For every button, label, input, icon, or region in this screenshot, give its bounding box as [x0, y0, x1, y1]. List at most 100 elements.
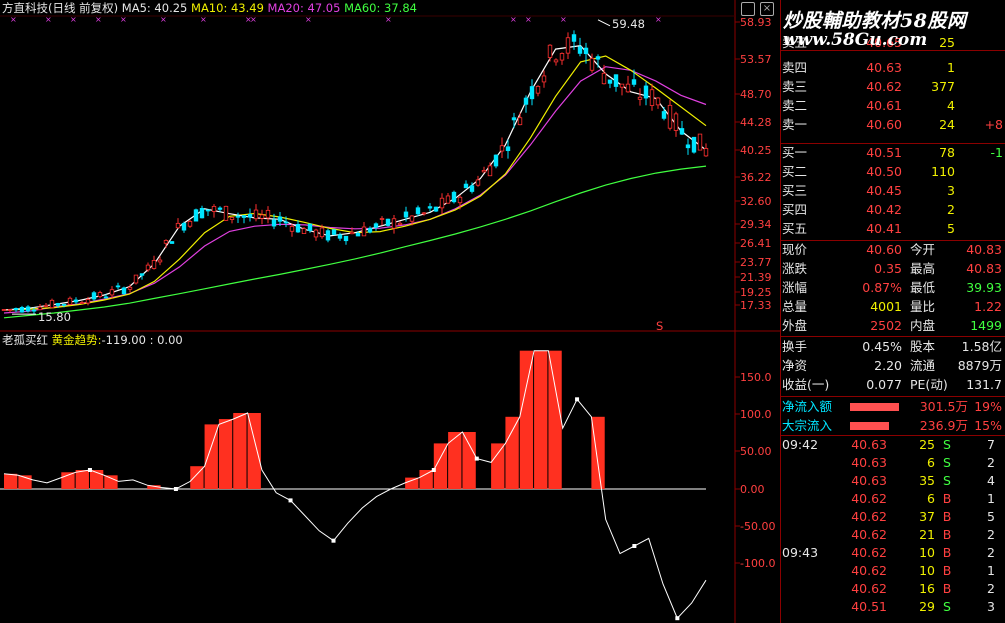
tick-volume: 25: [919, 437, 935, 452]
quote-row[interactable]: 总量 4001 量比 1.22: [780, 298, 1005, 316]
bid-row[interactable]: 买四 40.42 2: [780, 201, 1005, 219]
indicator-title-row: 老孤买红 黄金趋势:-119.00 : 0.00: [2, 333, 183, 347]
tick-row[interactable]: 40.63 35 S 4: [780, 472, 1005, 490]
candle-body: [415, 207, 421, 215]
bid-label: 买三: [782, 183, 808, 198]
bid-row[interactable]: 买三 40.45 3: [780, 182, 1005, 200]
indicator-bar: [448, 432, 462, 489]
tick-row[interactable]: 40.62 10 B 1: [780, 562, 1005, 580]
stats-row[interactable]: 换手 0.45% 股本 1.58亿: [780, 338, 1005, 356]
ask-row[interactable]: 卖一 40.60 24 +8: [780, 116, 1005, 134]
signal-cross: ×: [250, 15, 257, 24]
bid-row[interactable]: 买一 40.51 78 -1: [780, 144, 1005, 162]
candle-body: [643, 85, 649, 99]
stats-value: 0.077: [866, 377, 902, 392]
price-tick-label: 58.93: [740, 16, 772, 29]
ask-row[interactable]: 卖三 40.62 377: [780, 78, 1005, 96]
quote-row[interactable]: 现价 40.60 今开 40.83: [780, 241, 1005, 259]
quote-value: 0.35: [874, 261, 902, 276]
price-tick-label: 53.57: [740, 53, 772, 66]
indicator-bar: [104, 475, 118, 489]
flow-divider: [780, 396, 1005, 397]
ask-row[interactable]: 卖二 40.61 4: [780, 97, 1005, 115]
stats-row[interactable]: 净资 2.20 流通 8879万: [780, 357, 1005, 375]
signal-cross: ×: [45, 15, 52, 24]
candle-body: [325, 230, 331, 241]
ma10-label: MA10: 43.49: [191, 1, 264, 15]
candle-body: [235, 215, 241, 218]
indicator-dot: [431, 468, 436, 472]
bid-row[interactable]: 买五 40.41 5: [780, 220, 1005, 238]
tick-row[interactable]: 09:42 40.63 25 S 7: [780, 436, 1005, 454]
tick-side: B: [942, 581, 952, 596]
tick-row[interactable]: 40.62 21 B 2: [780, 526, 1005, 544]
quote-row[interactable]: 外盘 2502 内盘 1499: [780, 317, 1005, 335]
tick-row[interactable]: 40.51 29 S 3: [780, 598, 1005, 616]
ask-label: 卖三: [782, 79, 808, 94]
candle-body: [517, 117, 523, 126]
tick-row[interactable]: 40.62 37 B 5: [780, 508, 1005, 526]
tick-side: B: [942, 491, 952, 506]
flow-row[interactable]: 净流入额 301.5万 19%: [780, 398, 1005, 416]
candle-body: [691, 136, 697, 153]
stats-row[interactable]: 收益(一) 0.077 PE(动) 131.7: [780, 376, 1005, 394]
ma20-label: MA20: 47.05: [267, 1, 341, 15]
indicator-bar: [218, 419, 233, 489]
indicator-bar: [4, 473, 18, 489]
tick-side: B: [942, 509, 952, 524]
tick-row[interactable]: 40.62 6 B 1: [780, 490, 1005, 508]
signal-cross: ×: [10, 15, 17, 24]
signal-cross: ×: [385, 15, 392, 24]
ask-row[interactable]: 卖四 40.63 1: [780, 59, 1005, 77]
bid-price: 40.42: [866, 202, 902, 217]
candle-body: [457, 196, 463, 204]
candle-body: [607, 79, 613, 84]
candle-body: [13, 308, 19, 311]
kline-chart[interactable]: 58.93 53.57 48.70 44.28 40.25 36.22 32.60 29.34…: [0, 0, 780, 623]
candle-body: [631, 79, 637, 85]
signal-cross: ×: [655, 15, 662, 24]
stats-value-2: 8879万: [957, 358, 1002, 373]
tick-price: 40.63: [851, 473, 887, 488]
signal-cross: ×: [200, 15, 207, 24]
tick-price: 40.62: [851, 491, 887, 506]
candle-body: [151, 260, 157, 269]
candle-body: [307, 223, 313, 231]
tick-row[interactable]: 09:43 40.62 10 B 2: [780, 544, 1005, 562]
quote-row[interactable]: 涨跌 0.35 最高 40.83: [780, 260, 1005, 278]
tick-row[interactable]: 40.63 6 S 2: [780, 454, 1005, 472]
candle-body: [445, 195, 451, 204]
indicator-bar: [247, 413, 261, 489]
tick-side: S: [943, 473, 951, 488]
signal-mark: S: [656, 319, 664, 333]
ask-price: 40.61: [866, 98, 902, 113]
candle-body: [223, 205, 229, 221]
candle-body: [211, 206, 217, 212]
tick-volume: 16: [919, 581, 935, 596]
candle-body: [103, 296, 109, 299]
candle-body: [529, 86, 535, 100]
candle-body: [559, 53, 565, 61]
tick-row[interactable]: 40.62 16 B 2: [780, 580, 1005, 598]
candle-body: [253, 209, 259, 220]
bid-price: 40.51: [866, 145, 902, 160]
candle-body: [343, 235, 349, 242]
indicator-tick-label: -100.0: [740, 557, 775, 570]
quote-row[interactable]: 涨幅 0.87% 最低 39.93: [780, 279, 1005, 297]
tick-count: 2: [987, 581, 995, 596]
ask-label: 卖四: [782, 60, 808, 75]
high-price-label: 59.48: [612, 17, 645, 31]
candle-body: [511, 117, 517, 121]
settings-icon[interactable]: [741, 2, 755, 16]
candle-body: [283, 221, 289, 224]
candle-body: [175, 222, 181, 229]
candle-body: [505, 146, 511, 152]
candle-body: [535, 85, 541, 94]
tick-volume: 10: [919, 563, 935, 578]
indicator-name: 老孤买红: [2, 333, 48, 347]
bid-row[interactable]: 买二 40.50 110: [780, 163, 1005, 181]
close-icon[interactable]: ×: [760, 2, 774, 16]
price-tick-label: 36.22: [740, 171, 772, 184]
flow-row[interactable]: 大宗流入 236.9万 15%: [780, 417, 1005, 435]
candle-body: [619, 83, 625, 88]
